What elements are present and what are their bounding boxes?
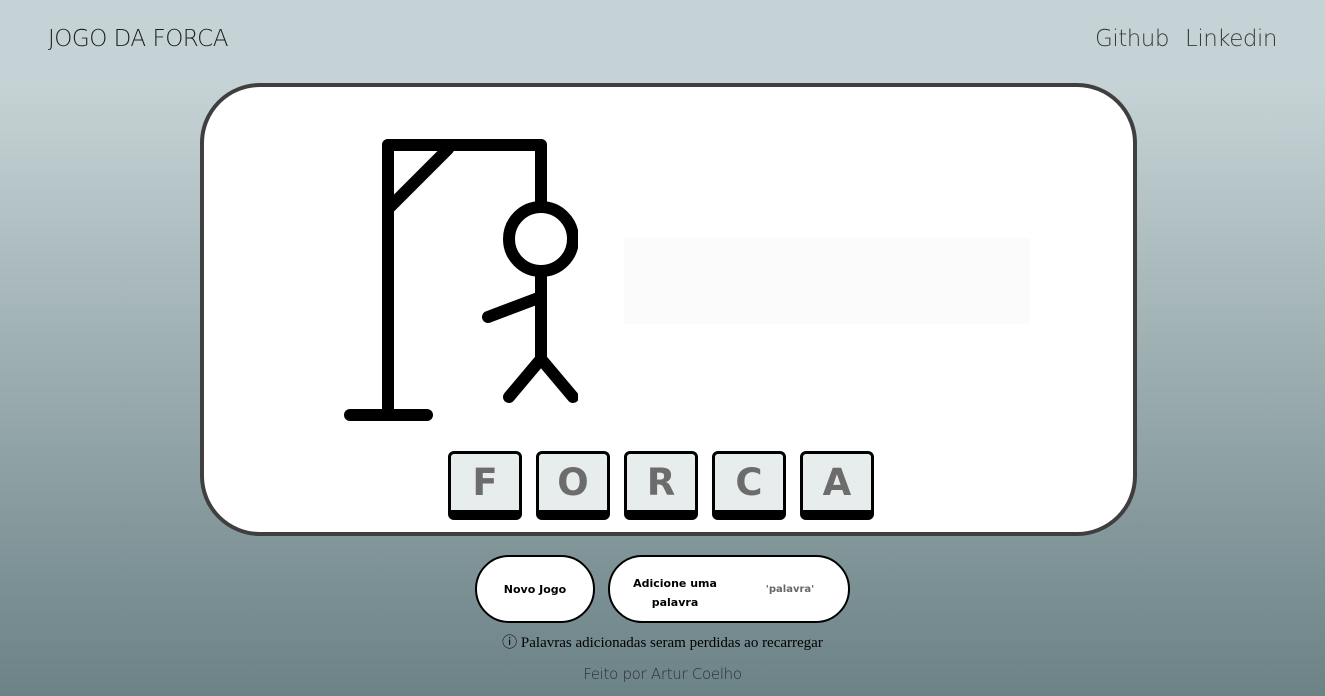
hangman-icon [344, 139, 578, 421]
add-word-hint: 'palavra' [765, 584, 815, 595]
footer-credit: Feito por Artur Coelho [583, 665, 742, 683]
notice-text: ⓘ Palavras adicionadas seram perdidas ao… [502, 635, 823, 651]
app-title: JOGO DA FORCA [48, 26, 228, 52]
letter-tile: O [536, 451, 610, 520]
linkedin-link[interactable]: Linkedin [1185, 26, 1278, 52]
letter-tile: A [800, 451, 874, 520]
letter-tiles: F O R C A [448, 451, 874, 520]
game-board: F O R C A [200, 83, 1137, 536]
letter-tile: C [712, 451, 786, 520]
letter-tile: R [624, 451, 698, 520]
letter-tile: F [448, 451, 522, 520]
top-nav: Github Linkedin [1095, 26, 1278, 52]
new-game-button[interactable]: Novo Jogo [475, 555, 595, 623]
add-word-button[interactable]: Adicione uma palavra 'palavra' [608, 555, 850, 623]
github-link[interactable]: Github [1095, 26, 1170, 52]
add-word-label: Adicione uma palavra [633, 577, 717, 609]
word-input[interactable] [624, 238, 1030, 324]
